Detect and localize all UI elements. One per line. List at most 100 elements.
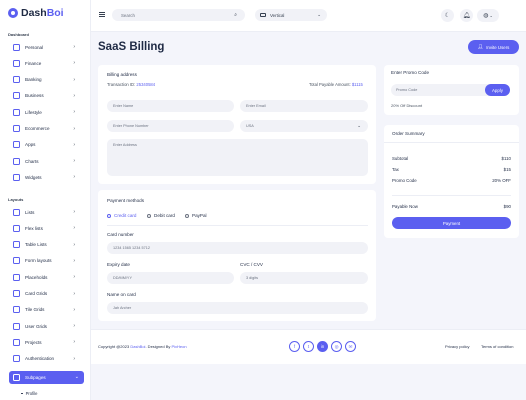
pie-icon [13,157,20,165]
monitor-icon [260,13,266,17]
sidebar-item-label: Apps [25,142,36,148]
sidebar-item-label: Lifestyle [25,109,42,115]
promo-heading: Enter Promo Code [391,70,430,75]
sidebar-item-lists[interactable]: Lists › [13,207,77,217]
sidebar-item-finance[interactable]: Finance › [13,58,77,68]
sidebar-item-lifestyle[interactable]: Lifestyle › [13,107,77,117]
widget-icon [13,173,20,181]
search-icon[interactable]: ⌕ [234,12,237,18]
terms-link[interactable]: Terms of condition [481,344,513,349]
radio-credit-card[interactable]: Credit card [107,213,136,218]
order-summary-heading: Order Summary [392,131,425,136]
sidebar-item-subpages[interactable]: Subpages ⌄ [9,371,84,384]
sidebar-item-label: Authentication [25,356,55,362]
sidebar-item-table-lists[interactable]: Table Lists › [13,240,77,250]
sidebar-item-label: Table Lists [25,242,47,248]
sidebar-item-user-grids[interactable]: User Grids › [13,321,77,331]
card-number-field[interactable]: 1234 1565 1234 5712 [107,242,368,254]
transaction-id: Transaction ID: 25340584 [107,82,156,87]
radio-debit-card[interactable]: Debit card [147,213,175,218]
sidebar-item-charts[interactable]: Charts › [13,156,77,166]
table-icon [13,241,20,249]
chevron-right-icon: › [73,109,75,116]
invite-users-button[interactable]: 👤︎ Invite Users [468,40,519,54]
payment-heading: Payment methods [107,198,145,203]
chevron-down-icon: ⌄ [74,374,79,380]
sidebar-item-widgets[interactable]: Widgets › [13,172,77,182]
chart-icon [13,59,20,67]
country-select-value: USA [246,124,254,128]
radio-label: Debit card [154,213,175,218]
menu-icon[interactable] [99,12,105,17]
radio-paypal[interactable]: PayPal [185,213,207,218]
sidebar-item-label: Charts [25,158,39,164]
sidebar-item-authentication[interactable]: Authentication › [13,354,77,364]
sidebar-item-label: Business [25,93,44,99]
linkedin-icon[interactable]: in [317,341,328,352]
sidebar-item-card-grids[interactable]: Card Grids › [13,289,77,299]
cvc-field[interactable]: 3 digits [240,272,368,284]
name-field[interactable]: Enter Name [107,100,234,112]
sidebar: DashBoi Dashboard Personal › Finance › Banki… [0,0,91,400]
moon-icon[interactable]: ☾ [441,9,454,22]
sidebar-item-label: User Grids [25,323,47,329]
radio-label: PayPal [192,213,207,218]
sidebar-item-projects[interactable]: Projects › [13,337,77,347]
chevron-right-icon: › [73,274,75,281]
dribbble-icon[interactable]: ✉ [345,341,356,352]
instagram-icon[interactable]: ◎ [331,341,342,352]
sidebar-subitem-profile[interactable]: Profile [21,391,37,396]
radio-icon [185,213,189,218]
bell-icon[interactable]: 🔔︎ [460,9,473,22]
brand-logo[interactable]: DashBoi [8,7,64,19]
sidebar-subitem-label: Profile [25,391,38,396]
privacy-policy-link[interactable]: Privacy policy [445,344,469,349]
chevron-right-icon: › [73,323,75,330]
sidebar-item-form-layouts[interactable]: Form layouts › [13,256,77,266]
sidebar-item-label: Projects [25,339,42,345]
chevron-right-icon: › [73,92,75,99]
sidebar-item-label: Subpages [25,375,46,380]
radio-icon [147,213,151,218]
sidebar-item-flex-lists[interactable]: Flex lists › [13,223,77,233]
twitter-icon[interactable]: t [303,341,314,352]
chevron-right-icon: › [73,306,75,313]
expiry-field[interactable]: DD/MM/YY [107,272,234,284]
chevron-right-icon: › [73,290,75,297]
sidebar-item-label: Placeholds [25,274,48,280]
sidebar-item-label: Personal [25,44,44,50]
email-field[interactable]: Enter Email [240,100,368,112]
radio-icon [107,213,111,218]
chevron-down-icon: ⌄ [317,12,321,17]
sidebar-item-ecommerce[interactable]: Ecommerce › [13,124,77,134]
bullet-icon [21,392,23,395]
brand-link[interactable]: DashBoi [130,344,145,349]
sidebar-item-placeholds[interactable]: Placeholds › [13,272,77,282]
designer-link[interactable]: PixHeon [171,344,186,349]
layout-select[interactable]: Vertical ⌄ [255,9,327,21]
apply-button[interactable]: Apply [485,84,510,96]
sidebar-item-personal[interactable]: Personal › [13,42,77,52]
sidebar-item-apps[interactable]: Apps › [13,140,77,150]
divider [384,142,519,143]
facebook-icon[interactable]: f [289,341,300,352]
payment-button[interactable]: Payment [392,217,511,229]
sidebar-item-label: Lists [25,209,35,215]
country-select[interactable]: USA ⌄ [240,120,368,132]
sidebar-item-business[interactable]: Business › [13,91,77,101]
placeholder-icon [13,273,20,281]
summary-row-promo: Promo Code 20% OFF [392,178,511,183]
cart-icon [13,125,20,132]
sidebar-item-banking[interactable]: Banking › [13,75,77,85]
chevron-right-icon: › [73,257,75,264]
address-field[interactable]: Enter Address [107,139,368,176]
summary-row-payable: Payable Now $90 [392,204,511,209]
sidebar-item-tile-grids[interactable]: Tile Grids › [13,305,77,315]
name-on-card-field[interactable]: Jah Archer [107,302,368,314]
globe-icon: ◍ [483,13,489,19]
phone-field[interactable]: Enter Phone Number [107,120,234,132]
footer-copyright: Copyright @2023 DashBoi. Designed By Pix… [98,344,187,349]
summary-row-subtotal: Subtotal $110 [392,156,511,161]
language-button[interactable]: ◍ ⌄ [477,9,499,22]
search-input[interactable]: Search ⌕ [112,9,245,21]
